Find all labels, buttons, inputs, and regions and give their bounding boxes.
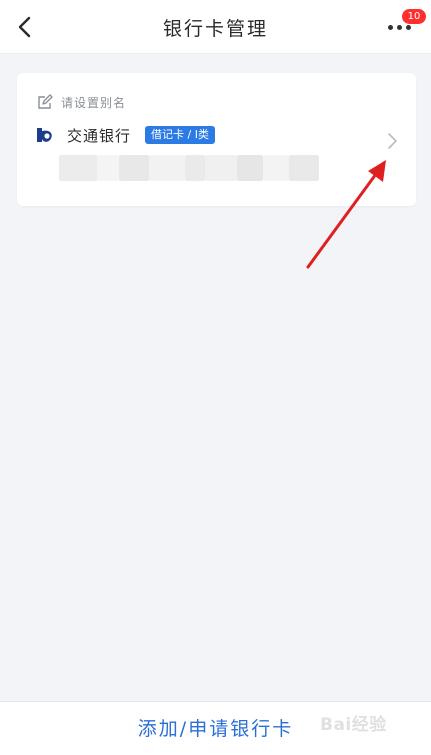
watermark-text: Bai经验 [320, 715, 387, 735]
bank-name: 交通银行 [67, 126, 132, 145]
alias-placeholder: 请设置别名 [61, 95, 127, 110]
notification-badge: 10 [402, 9, 426, 24]
header-bar: 银行卡管理 10 [0, 0, 431, 54]
bank-row: 交通银行 借记卡 / I类 [35, 124, 215, 146]
alias-row[interactable]: 请设置别名 [37, 93, 126, 111]
baidu-watermark: Bai经验 [314, 708, 424, 748]
more-horizontal-icon [388, 25, 411, 30]
bocom-logo-icon [37, 128, 52, 142]
edit-icon [38, 94, 53, 109]
bank-card[interactable]: 请设置别名 交通银行 借记卡 / I类 [17, 73, 416, 206]
card-number-blurred [59, 155, 323, 181]
card-type-badge: 借记卡 / I类 [145, 126, 215, 144]
chevron-right-icon[interactable] [386, 131, 400, 151]
page-title: 银行卡管理 [162, 18, 268, 40]
